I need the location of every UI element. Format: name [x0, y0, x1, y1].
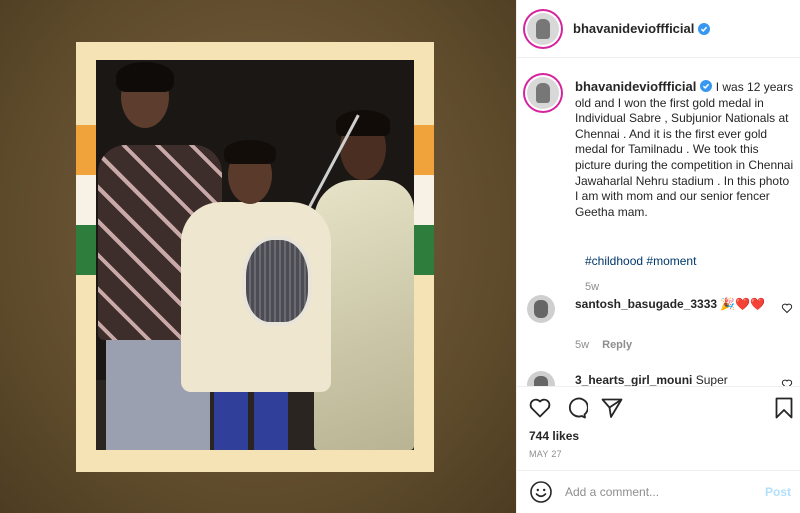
comment-username[interactable]: santosh_basugade_3333 [575, 297, 717, 311]
comment-button[interactable] [563, 395, 589, 421]
comment-emoji: 🎉❤️❤️ [720, 297, 766, 311]
comment-body: santosh_basugade_3333 🎉❤️❤️ [575, 297, 771, 313]
save-button[interactable] [771, 395, 797, 421]
post-header: bhavanidevioffficial [517, 0, 800, 58]
like-button[interactable] [527, 395, 553, 421]
caption-timestamp[interactable]: 5w [585, 281, 599, 293]
comment-username[interactable]: 3_hearts_girl_mouni [575, 373, 692, 386]
caption-body: I was 12 years old and I won the first g… [575, 80, 794, 219]
paper-plane-icon [601, 398, 623, 418]
caption-text: bhavanidevioffficial I was 12 years old … [575, 79, 795, 220]
post-date[interactable]: MAY 27 [529, 449, 562, 459]
caption-username[interactable]: bhavanidevioffficial [575, 79, 696, 94]
comments-scroll-area[interactable]: bhavanidevioffficial I was 12 years old … [517, 59, 800, 386]
smiley-icon [530, 481, 552, 503]
reply-button[interactable]: Reply [602, 339, 632, 351]
avatar[interactable] [527, 12, 559, 45]
verified-badge-icon [698, 22, 711, 35]
share-button[interactable] [599, 395, 625, 421]
comment-timestamp[interactable]: 5w [575, 339, 589, 351]
comment-bubble-icon [568, 397, 588, 419]
post-media[interactable] [0, 0, 516, 513]
figure-center-hair [224, 140, 276, 164]
fencing-mask [242, 236, 312, 326]
emoji-button[interactable] [529, 480, 553, 504]
post-actions: 744 likes MAY 27 [517, 386, 800, 470]
hashtag-row: #childhood #moment [585, 254, 696, 268]
hashtag-link[interactable]: #moment [646, 254, 696, 268]
comment-input[interactable] [565, 485, 755, 499]
post-side-panel: bhavanidevioffficial bhavanidevioffficia… [516, 0, 800, 513]
figure-center-leg-left [214, 388, 248, 450]
comment-meta: 5w Reply [575, 339, 632, 351]
likes-count[interactable]: 744 likes [529, 429, 579, 443]
heart-icon [529, 398, 551, 418]
figure-center-leg-right [254, 388, 288, 450]
comment-body: 3_hearts_girl_mouni Super [575, 373, 771, 386]
caption-avatar[interactable] [527, 77, 559, 109]
verified-badge-icon [700, 80, 713, 92]
header-username[interactable]: bhavanidevioffficial [573, 21, 694, 36]
figure-left-hair [116, 62, 174, 92]
commenter-avatar[interactable] [527, 295, 555, 323]
comment-heart-icon[interactable] [781, 302, 793, 314]
bookmark-icon [775, 397, 793, 419]
commenter-avatar[interactable] [527, 371, 555, 386]
comment-text: Super [695, 373, 728, 386]
add-comment-bar: Post [517, 470, 800, 513]
post-comment-button[interactable]: Post [765, 485, 791, 499]
figure-right-hair [336, 110, 390, 136]
post-photo [96, 60, 414, 450]
comment-heart-icon[interactable] [781, 378, 793, 386]
hashtag-link[interactable]: #childhood [585, 254, 643, 268]
